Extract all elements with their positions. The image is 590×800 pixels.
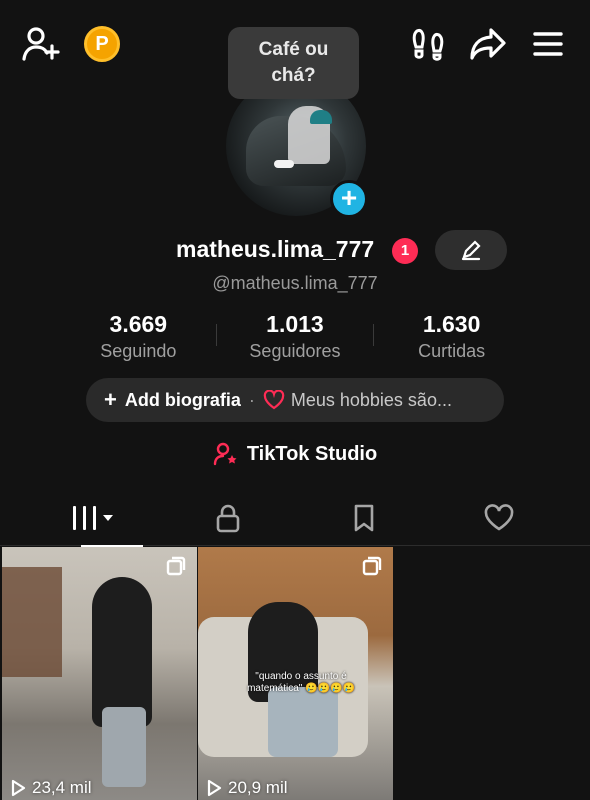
video-caption: "quando o assunto é matemática" 🥲🥲🥲🥲 [247,671,355,694]
tab-private[interactable] [154,490,301,546]
username-row: matheus.lima_777 1 [0,230,590,270]
username[interactable]: matheus.lima_777 [176,236,374,263]
stat-following[interactable]: 3.669 Seguindo [60,310,217,370]
bookmark-icon [354,504,373,532]
play-icon [11,779,26,797]
footprints-icon [412,29,444,61]
play-icon [207,779,222,797]
heart-outline-icon [484,504,513,531]
user-handle: @matheus.lima_777 [212,273,378,293]
thumbnail-jeans [102,707,146,787]
avatar-photo-cap [310,110,332,124]
note-line-1: Café ou [258,39,329,60]
edit-profile-button[interactable] [435,230,507,270]
multi-photo-icon [166,556,186,576]
avatar-photo-shoe [274,160,294,168]
note-bubble[interactable]: Café ou chá? [228,27,359,99]
thumbnail-jeans [268,687,338,757]
plus-icon: + [104,387,117,412]
pencil-icon [461,240,481,261]
stat-likes[interactable]: 1.630 Curtidas [373,310,530,370]
bio-pill[interactable]: + Add biografia · Meus hobbies são... [86,378,504,422]
tiktok-studio-link[interactable]: TikTok Studio [0,438,590,470]
stat-label: Seguindo [100,341,177,361]
tab-videos[interactable] [20,490,167,547]
thumbnail-window [2,567,62,677]
profile-stats: 3.669 Seguindo 1.013 Seguidores 1.630 Cu… [60,310,530,370]
multi-photo-icon [362,556,382,576]
share-button[interactable] [468,24,508,64]
hobbies-label[interactable]: Meus hobbies são... [291,390,452,411]
tab-saved[interactable] [290,490,437,546]
stat-label: Seguidores [249,341,341,361]
studio-user-icon [213,442,237,466]
content-tabs [0,490,590,547]
grid-lines-icon [72,506,113,530]
add-story-button[interactable]: + [330,180,368,218]
stat-followers[interactable]: 1.013 Seguidores [217,310,374,370]
bio-separator: · [248,389,255,410]
note-line-2: chá? [271,65,316,86]
view-count: 20,9 mil [206,778,288,798]
stat-value: 3.669 [109,311,168,337]
stat-label: Curtidas [418,341,486,361]
menu-button[interactable] [530,26,566,62]
stat-divider [373,324,374,346]
add-bio-label[interactable]: Add biografia [125,390,241,411]
lock-icon [216,504,239,533]
video-thumbnail[interactable]: 23,4 mil [2,547,197,800]
menu-icon [533,32,563,56]
thumbnail-person [92,577,152,727]
coin-icon[interactable]: P [84,26,120,62]
view-count-label: 20,9 mil [228,778,288,797]
view-count-label: 23,4 mil [32,778,92,797]
add-friend-button[interactable] [20,24,62,64]
studio-label: TikTok Studio [246,442,378,465]
stat-value: 1.013 [266,311,324,337]
notification-badge: 1 [392,238,418,264]
tab-liked[interactable] [425,490,572,546]
add-user-icon [22,27,60,61]
video-thumbnail[interactable]: "quando o assunto é matemática" 🥲🥲🥲🥲 20,… [198,547,393,800]
profile-views-button[interactable] [410,26,446,62]
share-icon [470,28,506,60]
stat-value: 1.630 [422,311,481,337]
stat-divider [216,324,217,346]
heart-icon [263,390,285,410]
view-count: 23,4 mil [10,778,92,798]
video-grid: 23,4 mil "quando o assunto é matemática"… [0,547,590,800]
